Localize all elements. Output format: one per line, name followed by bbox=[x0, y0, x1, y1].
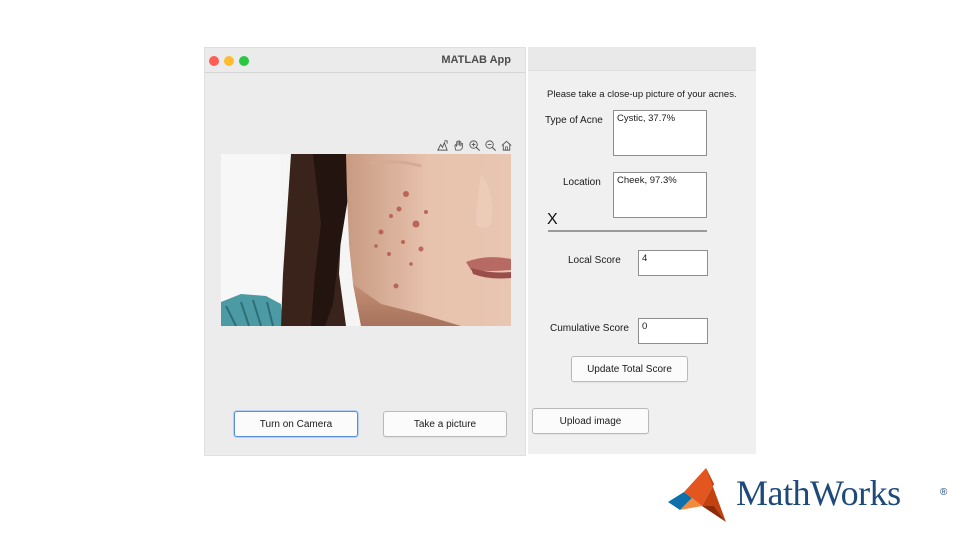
results-panel: Please take a close-up picture of your a… bbox=[528, 47, 756, 454]
window-title: MATLAB App bbox=[441, 54, 511, 66]
take-picture-button[interactable]: Take a picture bbox=[383, 411, 507, 437]
membrane-logo-icon bbox=[668, 468, 726, 522]
axes-toolbar bbox=[435, 138, 513, 152]
divider-line bbox=[548, 230, 707, 232]
panel-top-strip bbox=[528, 47, 756, 71]
local-score-label: Local Score bbox=[568, 255, 621, 266]
home-icon[interactable] bbox=[499, 138, 513, 152]
zoom-in-icon[interactable] bbox=[467, 138, 481, 152]
zoom-out-icon[interactable] bbox=[483, 138, 497, 152]
close-window-icon[interactable] bbox=[209, 56, 219, 66]
camera-image bbox=[221, 154, 511, 326]
update-total-score-button[interactable]: Update Total Score bbox=[571, 356, 688, 382]
cumulative-score-field[interactable]: 0 bbox=[638, 318, 708, 344]
location-label: Location bbox=[563, 177, 601, 188]
type-of-acne-field[interactable]: Cystic, 37.7% bbox=[613, 110, 707, 156]
local-score-field[interactable]: 4 bbox=[638, 250, 708, 276]
cumulative-score-label: Cumulative Score bbox=[550, 323, 629, 334]
maximize-window-icon[interactable] bbox=[239, 56, 249, 66]
type-of-acne-label: Type of Acne bbox=[545, 115, 603, 126]
title-bar: MATLAB App bbox=[205, 48, 525, 73]
location-field[interactable]: Cheek, 97.3% bbox=[613, 172, 707, 218]
x-mark: X bbox=[547, 211, 558, 228]
minimize-window-icon[interactable] bbox=[224, 56, 234, 66]
instruction-text: Please take a close-up picture of your a… bbox=[547, 89, 737, 100]
slide: MATLAB App Turn on Camera Take a picture… bbox=[0, 0, 960, 540]
matlab-app-window: MATLAB App Turn on Camera Take a picture bbox=[204, 47, 526, 456]
upload-image-button[interactable]: Upload image bbox=[532, 408, 649, 434]
turn-on-camera-button[interactable]: Turn on Camera bbox=[234, 411, 358, 437]
pan-hand-icon[interactable] bbox=[451, 138, 465, 152]
mathworks-logo: MathWorks ® bbox=[666, 466, 956, 526]
export-icon[interactable] bbox=[435, 138, 449, 152]
brand-name: MathWorks bbox=[736, 473, 901, 513]
registered-mark: ® bbox=[940, 487, 948, 498]
